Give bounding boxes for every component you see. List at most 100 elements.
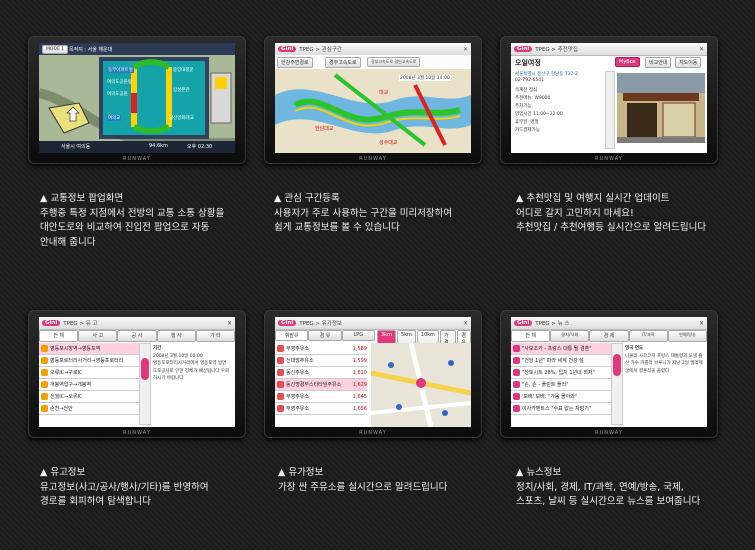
device-screen: Gini TPEG > 유 고 ✕ 전 체 사 고 공 사 행 사 기 타 영등…: [39, 317, 235, 427]
tab-other[interactable]: 기 타: [195, 330, 235, 342]
list-item[interactable]: 오류IC→구로IC: [39, 367, 139, 379]
station-name: 부영주유소: [286, 346, 310, 352]
tab-politics[interactable]: 정치/사회: [550, 330, 590, 342]
tab-all[interactable]: 전 체: [511, 330, 551, 342]
caption: ▲ 유고정보 유고정보(사고/공사/행사/기타)를 반영하여 경로를 회피하여 …: [40, 466, 209, 510]
top-bar: Gini TPEG > 추천맛집 ✕: [511, 43, 707, 56]
map-label: 대교: [379, 90, 389, 96]
mode-button[interactable]: MODE 1: [42, 45, 69, 54]
caption-title: ▲ 관심 구간등록: [274, 193, 340, 204]
device-screen: Gini TPEG > 관심구간 ✕ 한강주변경로 경부고속도로 경부고속도로 …: [275, 43, 471, 153]
bottom-time: 오후 02:30: [187, 144, 213, 150]
tab-entertainment[interactable]: 연예/방송: [667, 330, 707, 342]
list-item[interactable]: 영등포시장역→영등포역: [39, 343, 139, 355]
item-label: 개봉역입구→개봉역: [50, 382, 91, 388]
tab-all[interactable]: 전 체: [39, 330, 79, 342]
list-item: 영업시간 11:00~22:00: [515, 112, 563, 117]
map-label: 당산양화대교: [169, 116, 194, 121]
caption-line: 주행중 특정 지점에서 전방의 교통 소통 상황을: [40, 207, 225, 219]
map-label: 여의도공원: [107, 92, 128, 97]
caption-title: ▲ 유가정보: [278, 467, 324, 478]
category-tabs: 전 체 사 고 공 사 행 사 기 타: [39, 330, 235, 342]
compare-button[interactable]: 비교안내: [645, 57, 672, 68]
station-name: 부영주유소: [286, 394, 310, 400]
headline: "손, 손 - 플린트 플러": [522, 382, 569, 388]
list-item[interactable]: 영등포로터리사거리→영등포로터리: [39, 355, 139, 367]
breadcrumb: TPEG > 뉴 스: [535, 321, 570, 327]
table-row[interactable]: 부영주유소 1,656: [275, 403, 367, 415]
fuel-icon: [277, 345, 284, 352]
close-icon[interactable]: ✕: [699, 320, 704, 327]
mybox-button[interactable]: MyBox: [615, 57, 640, 67]
list-item[interactable]: "건당 1년" 파라 세계 건강 설: [511, 355, 611, 367]
station-name: 신대방주유소: [286, 358, 314, 364]
news-tabs: 전 체 정치/사회 경 제 IT/과학 연예/방송: [511, 330, 707, 342]
list-item[interactable]: '보배' 보배, "가몸 몰아와": [511, 391, 611, 403]
restaurant-name: 오일여정: [515, 59, 541, 67]
tab-gasoline[interactable]: 휘발유: [275, 330, 309, 341]
tab-it-science[interactable]: IT/과학: [628, 330, 668, 342]
tab-route-1[interactable]: 한강주변경로: [277, 57, 313, 68]
tab-accident[interactable]: 사 고: [78, 330, 118, 342]
detail-text: 니콜라 사르코지 프랑스 대통령과 모델 출신 가수 카를라 브루니가 지난 2…: [625, 353, 703, 374]
tab-route-3[interactable]: 경부고속도로 경인고속도로: [367, 57, 421, 67]
list-scrollbar[interactable]: [139, 343, 151, 425]
list-item[interactable]: 신월IC→오류IC: [39, 391, 139, 403]
route-label: 목적지 : 서울 해운대: [69, 47, 113, 53]
gini-logo: Gini: [278, 320, 297, 326]
table-row[interactable]: 부영주유소 1,645: [275, 391, 367, 403]
item-label: 영등포로터리사거리→영등포로터리: [50, 358, 124, 364]
headline-list: "사모조카 - 프랑스 대통 될 결혼" "건당 1년" 파라 세계 건강 설 …: [511, 343, 611, 415]
scroll-knob[interactable]: [613, 354, 621, 376]
close-icon[interactable]: ✕: [463, 320, 468, 327]
item-label: 신월IC→오류IC: [50, 394, 83, 400]
tab-economy[interactable]: 경 제: [589, 330, 629, 342]
top-bar: Gini TPEG > 뉴 스 ✕: [511, 317, 707, 330]
tab-route-2[interactable]: 경부고속도로: [325, 57, 361, 68]
list-item[interactable]: "손, 손 - 플린트 플러": [511, 379, 611, 391]
list-item[interactable]: 순천→전안: [39, 403, 139, 415]
list-item[interactable]: 이사카벤트스 "수표 없는 자장기": [511, 403, 611, 415]
table-row[interactable]: 부영주유소 1,589: [275, 343, 367, 355]
navigation-device: Gini TPEG > 유가정보 ✕ 휘발유 경 유 LPG 3km 5km 1…: [264, 310, 482, 438]
list-item[interactable]: "사모조카 - 프랑스 대통 될 결혼": [511, 343, 611, 355]
list-item: 주차가능: [515, 104, 532, 109]
news-icon: [513, 405, 520, 412]
station-price: 1,610: [352, 369, 367, 376]
scroll-knob[interactable]: [141, 358, 149, 380]
device-brand: RUNWAY: [595, 156, 623, 162]
map-move-button[interactable]: 지도이동: [675, 57, 702, 68]
headline: "사모조카 - 프랑스 대통 될 결혼": [522, 346, 592, 352]
table-row[interactable]: 동신주유소 1,610: [275, 367, 367, 379]
breadcrumb: TPEG > 유가정보: [299, 321, 342, 327]
map-label: 여의도공원앞: [107, 80, 132, 85]
table-row[interactable]: 동신명경부스타타임주유소 1,629: [275, 379, 367, 391]
list-scrollbar[interactable]: [611, 343, 623, 425]
tab-event[interactable]: 행 사: [156, 330, 196, 342]
list-item[interactable]: 개봉역입구→개봉역: [39, 379, 139, 391]
device-screen: Gini TPEG > 뉴 스 ✕ 전 체 정치/사회 경 제 IT/과학 연예…: [511, 317, 707, 427]
breadcrumb: TPEG > 관심구간: [299, 47, 342, 53]
fuel-icon: [277, 357, 284, 364]
traffic-map: [39, 43, 235, 153]
headline: "산토시트 28%, 입지 1년내 최저": [522, 370, 595, 376]
tab-lpg[interactable]: LPG: [341, 330, 375, 341]
caption-line: 정치/사회, 경제, IT/과학, 연예/방송, 국제,: [516, 481, 684, 493]
tab-construction[interactable]: 공 사: [117, 330, 157, 342]
caption-title: ▲ 교통정보 팝업화면: [40, 193, 124, 204]
table-row[interactable]: 신대방주유소 1,599: [275, 355, 367, 367]
close-icon[interactable]: ✕: [463, 46, 468, 53]
top-bar: Gini TPEG > 유가정보 ✕: [275, 317, 471, 330]
warning-icon: [41, 369, 48, 376]
device-brand: RUNWAY: [123, 156, 151, 162]
news-icon: [513, 357, 520, 364]
scroll-arrows[interactable]: [605, 71, 615, 149]
close-icon[interactable]: ✕: [227, 320, 232, 327]
detail-pane: 기간 2008년 3월 10일 00:00 영등포로터리사거리에서 영등포역 방…: [153, 345, 231, 383]
tab-diesel[interactable]: 경 유: [308, 330, 342, 341]
news-icon: [513, 381, 520, 388]
list-item[interactable]: "산토시트 28%, 입지 1년내 최저": [511, 367, 611, 379]
device-brand: RUNWAY: [595, 430, 623, 436]
close-icon[interactable]: ✕: [699, 46, 704, 53]
route-map: [275, 55, 471, 153]
